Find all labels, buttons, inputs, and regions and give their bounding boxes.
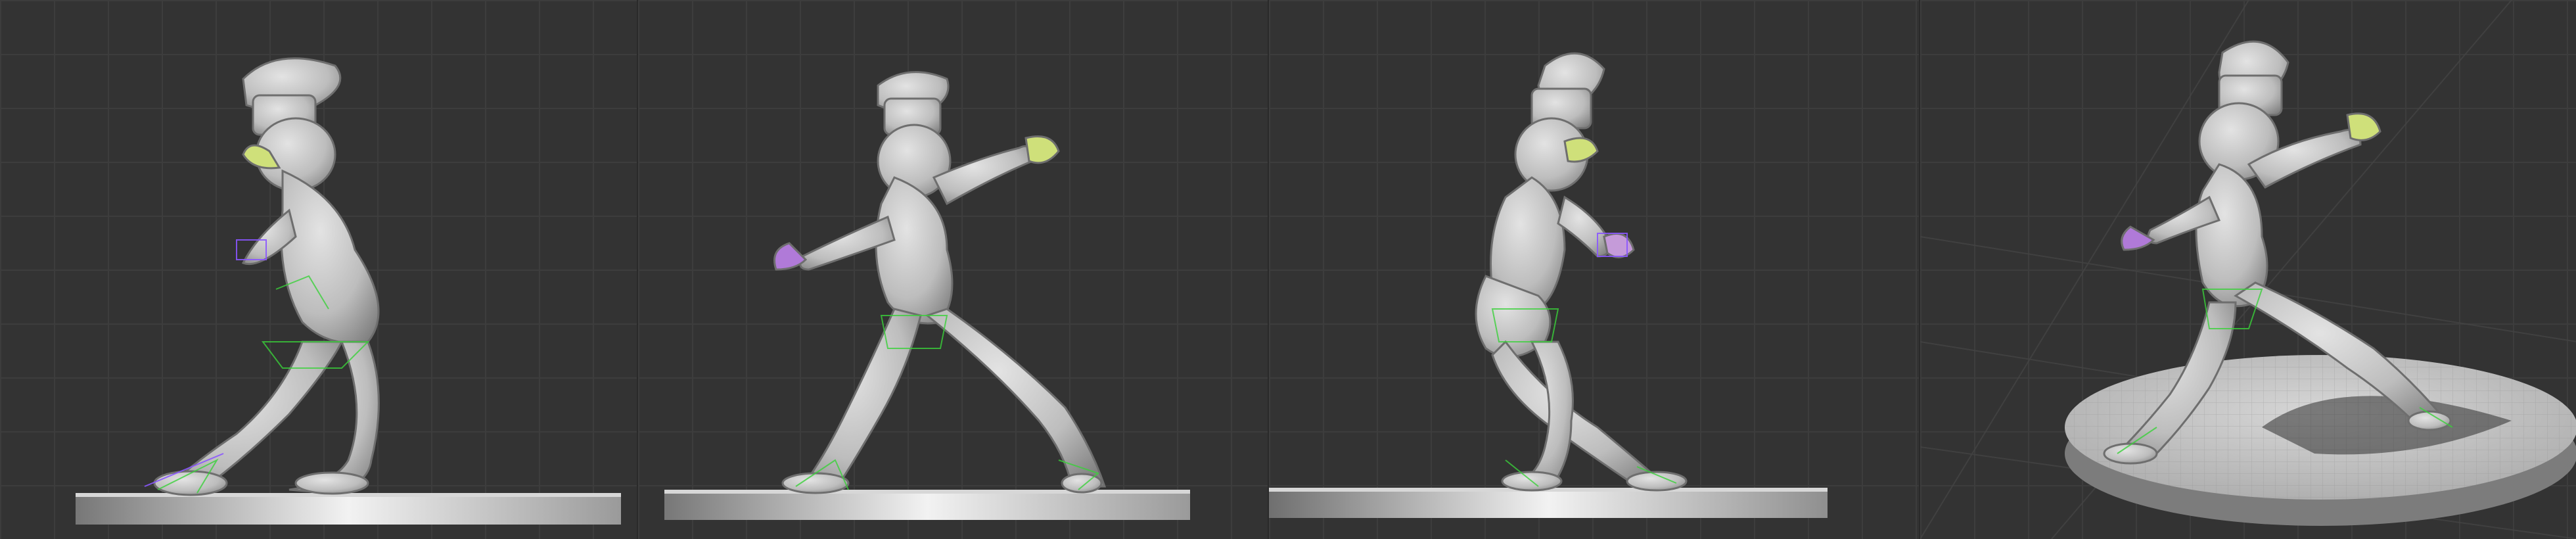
figure <box>153 57 380 496</box>
figure <box>1475 52 1688 492</box>
model-render-4 <box>1920 0 2576 539</box>
base-plate <box>76 493 621 525</box>
viewport-strip <box>0 0 2576 539</box>
model-render-2 <box>664 71 1190 520</box>
base-plate <box>1269 488 1828 518</box>
model-render-3 <box>1269 52 1828 518</box>
viewport-side[interactable] <box>1268 0 1919 539</box>
figure <box>773 71 1106 494</box>
viewport-front[interactable] <box>636 0 1268 539</box>
viewport-perspective[interactable] <box>1918 0 2576 539</box>
viewport-front-left[interactable] <box>0 0 637 539</box>
base-plate <box>664 490 1190 520</box>
model-render-1 <box>76 57 621 525</box>
